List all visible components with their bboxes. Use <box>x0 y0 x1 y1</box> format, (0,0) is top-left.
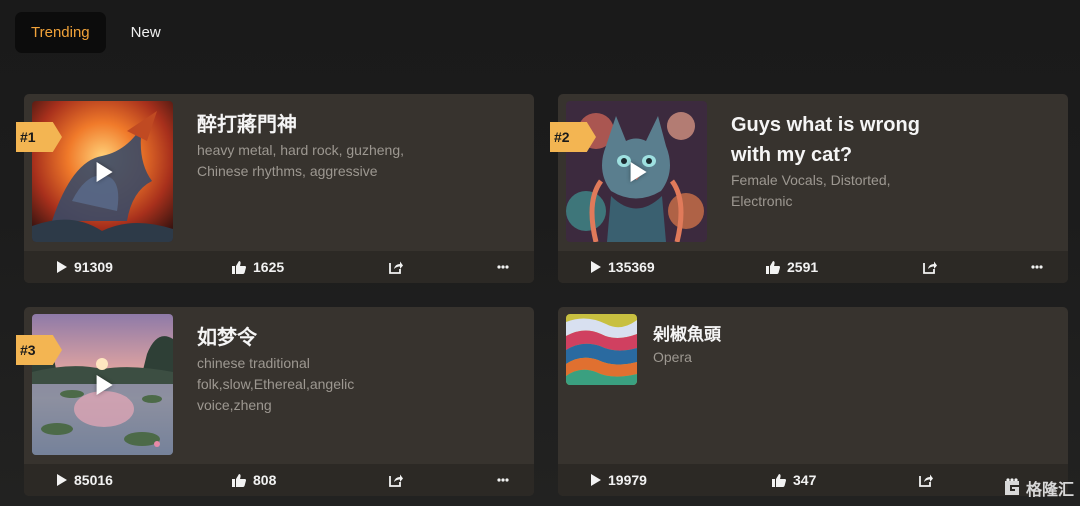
plays-value: 85016 <box>74 472 113 488</box>
abstract-cover-image <box>566 314 637 385</box>
share-button[interactable] <box>389 473 403 487</box>
tab-trending[interactable]: Trending <box>15 12 106 53</box>
title-line: Guys what is wrong <box>731 114 920 136</box>
song-title[interactable]: Guys what is wrong with my cat? <box>731 110 920 170</box>
song-title[interactable]: 如梦令 <box>197 323 257 353</box>
play-small-icon <box>57 474 67 486</box>
cover-art[interactable] <box>32 314 173 455</box>
more-options-button[interactable] <box>497 478 509 482</box>
watermark: 格隆汇 <box>1002 476 1074 500</box>
likes-value: 347 <box>793 472 817 488</box>
share-button[interactable] <box>923 260 937 274</box>
song-card[interactable]: #1 醉打蔣門神 heavy metal, hard rock, guzheng… <box>16 94 534 283</box>
song-title[interactable]: 剁椒魚頭 <box>653 320 721 350</box>
card-footer: 91309 1625 <box>24 251 534 283</box>
share-icon <box>389 474 403 487</box>
song-tags: Female Vocals, Distorted, Electronic <box>731 170 891 212</box>
tags-line: voice,zheng <box>197 397 272 413</box>
title-line: with my cat? <box>731 144 853 166</box>
play-count[interactable]: 85016 <box>56 472 113 488</box>
rank-badge: #1 <box>16 122 62 152</box>
card-footer: 85016 808 <box>24 464 534 496</box>
tags-line: chinese traditional <box>197 355 310 371</box>
thumbs-up-icon <box>772 473 786 487</box>
play-icon[interactable] <box>96 161 113 182</box>
tags-line: folk,slow,Ethereal,angelic <box>197 376 355 392</box>
play-small-icon <box>591 261 601 273</box>
song-card[interactable]: #2 Guys what is wrong with my cat? Femal… <box>550 94 1068 283</box>
rank-badge: #2 <box>550 122 596 152</box>
cover-art[interactable] <box>32 101 173 242</box>
play-small-icon <box>591 474 601 486</box>
card-footer: 135369 2591 <box>558 251 1068 283</box>
play-count[interactable]: 19979 <box>590 472 647 488</box>
brand-logo-icon <box>1004 481 1019 495</box>
share-icon <box>919 474 933 487</box>
share-button[interactable] <box>389 260 403 274</box>
thumbs-up-icon <box>232 473 246 487</box>
likes-value: 2591 <box>787 259 819 275</box>
more-options-button[interactable] <box>1031 265 1043 269</box>
plays-value: 19979 <box>608 472 647 488</box>
tags-line: Opera <box>653 349 692 365</box>
more-icon <box>1031 265 1043 269</box>
play-count[interactable]: 135369 <box>590 259 655 275</box>
tags-line: heavy metal, hard rock, guzheng, <box>197 142 405 158</box>
song-tags: chinese traditional folk,slow,Ethereal,a… <box>197 353 354 416</box>
share-icon <box>389 261 403 274</box>
share-button[interactable] <box>919 473 933 487</box>
song-card[interactable]: 剁椒魚頭 Opera 19979 347 <box>558 307 1068 496</box>
tags-line: Chinese rhythms, aggressive <box>197 163 378 179</box>
play-icon[interactable] <box>630 161 647 182</box>
like-button[interactable]: 2591 <box>766 259 818 275</box>
likes-value: 1625 <box>253 259 285 275</box>
thumbs-up-icon <box>766 260 780 274</box>
share-icon <box>923 261 937 274</box>
song-tags: heavy metal, hard rock, guzheng, Chinese… <box>197 140 404 182</box>
rank-badge: #3 <box>16 335 62 365</box>
more-options-button[interactable] <box>497 265 509 269</box>
card-footer: 19979 347 <box>558 464 1068 496</box>
play-icon[interactable] <box>96 374 113 395</box>
likes-value: 808 <box>253 472 277 488</box>
tags-line: Electronic <box>731 193 793 209</box>
tags-line: Female Vocals, Distorted, <box>731 172 891 188</box>
like-button[interactable]: 1625 <box>232 259 284 275</box>
play-small-icon <box>57 261 67 273</box>
like-button[interactable]: 347 <box>772 472 816 488</box>
more-icon <box>497 478 509 482</box>
song-title[interactable]: 醉打蔣門神 <box>197 110 297 140</box>
plays-value: 91309 <box>74 259 113 275</box>
like-button[interactable]: 808 <box>232 472 276 488</box>
song-tags: Opera <box>653 347 692 368</box>
tab-bar: Trending New <box>15 12 180 53</box>
cover-art[interactable] <box>566 101 707 242</box>
watermark-text: 格隆汇 <box>1025 482 1074 499</box>
tab-new[interactable]: New <box>112 12 180 53</box>
thumbs-up-icon <box>232 260 246 274</box>
song-card[interactable]: #3 如梦令 chinese traditional folk,slow,Eth… <box>16 307 534 496</box>
more-icon <box>497 265 509 269</box>
cover-art[interactable] <box>566 314 637 385</box>
plays-value: 135369 <box>608 259 655 275</box>
play-count[interactable]: 91309 <box>56 259 113 275</box>
